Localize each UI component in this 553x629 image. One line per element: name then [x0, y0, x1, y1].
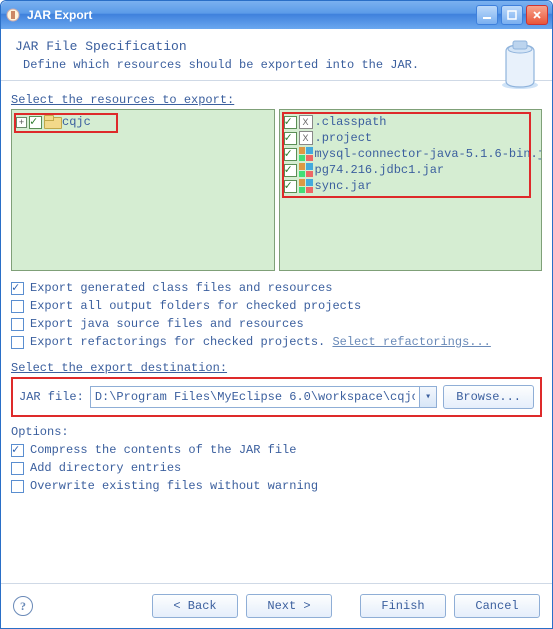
- jar-icon: [299, 179, 313, 193]
- jar-graphic-icon: [496, 35, 542, 91]
- window-title: JAR Export: [27, 8, 476, 22]
- list-item-label: pg74.216.jdbc1.jar: [315, 163, 445, 177]
- jar-icon: [299, 163, 313, 177]
- minimize-button[interactable]: [476, 5, 498, 25]
- checkbox[interactable]: [284, 164, 297, 177]
- app-icon: [5, 7, 21, 23]
- list-item-label: mysql-connector-java-5.1.6-bin.jar: [315, 147, 543, 161]
- resource-panels: +cqjc X.classpathX.projectmysql-connecto…: [11, 109, 542, 271]
- jar-file-label: JAR file:: [19, 390, 84, 404]
- export-option: Export generated class files and resourc…: [11, 279, 542, 297]
- export-option: Export all output folders for checked pr…: [11, 297, 542, 315]
- cancel-button[interactable]: Cancel: [454, 594, 540, 618]
- window-buttons: [476, 5, 548, 25]
- checkbox[interactable]: [29, 116, 42, 129]
- close-button[interactable]: [526, 5, 548, 25]
- checkbox[interactable]: [11, 462, 24, 475]
- options-section: Options: Compress the contents of the JA…: [11, 425, 542, 495]
- list-item-label: .classpath: [315, 115, 387, 129]
- option-item: Overwrite existing files without warning: [11, 477, 542, 495]
- checkbox[interactable]: [11, 444, 24, 457]
- export-option: Export refactorings for checked projects…: [11, 333, 542, 351]
- jar-file-input[interactable]: [91, 388, 419, 406]
- checkbox[interactable]: [11, 282, 24, 295]
- browse-button[interactable]: Browse...: [443, 385, 534, 409]
- checkbox[interactable]: [11, 300, 24, 313]
- resources-label: Select the resources to export:: [11, 93, 542, 107]
- checkbox[interactable]: [11, 336, 24, 349]
- expand-icon[interactable]: +: [16, 117, 27, 128]
- option-item: Compress the contents of the JAR file: [11, 441, 542, 459]
- list-item-label: .project: [315, 131, 373, 145]
- file-icon: X: [299, 131, 313, 145]
- list-item[interactable]: X.classpath: [284, 114, 538, 130]
- file-icon: X: [299, 115, 313, 129]
- finish-button[interactable]: Finish: [360, 594, 446, 618]
- export-option: Export java source files and resources: [11, 315, 542, 333]
- list-item[interactable]: pg74.216.jdbc1.jar: [284, 162, 538, 178]
- tree-item-label: cqjc: [62, 115, 91, 129]
- option-label: Compress the contents of the JAR file: [30, 443, 296, 457]
- option-label: Overwrite existing files without warning: [30, 479, 318, 493]
- options-label: Options:: [11, 425, 542, 439]
- checkbox[interactable]: [284, 180, 297, 193]
- checkbox[interactable]: [284, 148, 297, 161]
- option-label: Export refactorings for checked projects…: [30, 335, 491, 349]
- export-options: Export generated class files and resourc…: [11, 279, 542, 351]
- option-label: Add directory entries: [30, 461, 181, 475]
- next-button[interactable]: Next >: [246, 594, 332, 618]
- jar-icon: [299, 147, 313, 161]
- header-subtitle: Define which resources should be exporte…: [23, 58, 538, 72]
- option-label: Export generated class files and resourc…: [30, 281, 332, 295]
- project-icon: [44, 115, 60, 129]
- list-item-label: sync.jar: [315, 179, 373, 193]
- maximize-button[interactable]: [501, 5, 523, 25]
- list-item[interactable]: sync.jar: [284, 178, 538, 194]
- checkbox[interactable]: [11, 480, 24, 493]
- dropdown-icon[interactable]: ▾: [419, 387, 436, 407]
- checkbox[interactable]: [284, 132, 297, 145]
- option-label: Export java source files and resources: [30, 317, 304, 331]
- left-tree-panel[interactable]: + cqjc: [11, 109, 275, 271]
- destination-section: Select the export destination: JAR file:…: [11, 361, 542, 417]
- tree-item[interactable]: + cqjc: [16, 114, 270, 130]
- header-title: JAR File Specification: [15, 39, 538, 54]
- list-item[interactable]: X.project: [284, 130, 538, 146]
- destination-label: Select the export destination:: [11, 361, 542, 375]
- dialog-content: Select the resources to export: + cqjc X.…: [1, 81, 552, 583]
- destination-row: JAR file: ▾ Browse...: [11, 377, 542, 417]
- jar-file-combo[interactable]: ▾: [90, 386, 437, 408]
- right-list-panel[interactable]: X.classpathX.projectmysql-connector-java…: [279, 109, 543, 271]
- checkbox[interactable]: [11, 318, 24, 331]
- titlebar[interactable]: JAR Export: [1, 1, 552, 29]
- option-item: Add directory entries: [11, 459, 542, 477]
- dialog-window: JAR Export JAR File Specification Define…: [0, 0, 553, 629]
- help-button[interactable]: ?: [13, 596, 33, 616]
- checkbox[interactable]: [284, 116, 297, 129]
- list-item[interactable]: mysql-connector-java-5.1.6-bin.jar: [284, 146, 538, 162]
- dialog-footer: ? < Back Next > Finish Cancel: [1, 583, 552, 628]
- select-refactorings-link[interactable]: Select refactorings...: [332, 335, 490, 349]
- option-label: Export all output folders for checked pr…: [30, 299, 361, 313]
- back-button[interactable]: < Back: [152, 594, 238, 618]
- dialog-header: JAR File Specification Define which reso…: [1, 29, 552, 81]
